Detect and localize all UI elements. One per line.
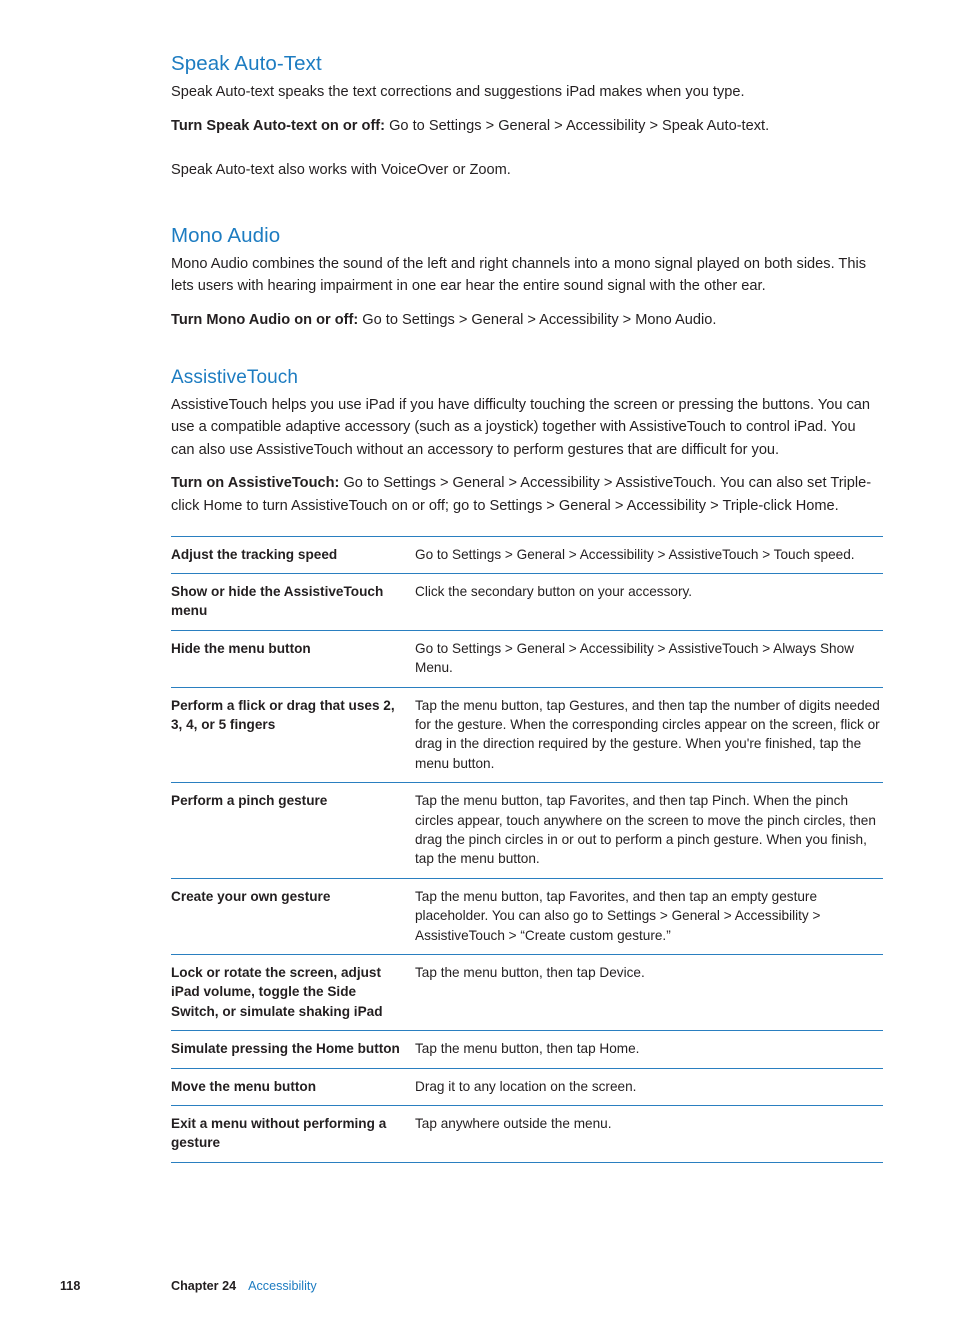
chapter-title-link[interactable]: Accessibility bbox=[248, 1279, 317, 1293]
table-cell-label: Exit a menu without performing a gesture bbox=[171, 1116, 387, 1151]
table-row: Move the menu button Drag it to any loca… bbox=[171, 1068, 883, 1105]
table-row: Perform a pinch gesture Tap the menu but… bbox=[171, 782, 883, 879]
paragraph-text: Speak Auto-text also works with VoiceOve… bbox=[171, 162, 511, 179]
table-cell-label: Simulate pressing the Home button bbox=[171, 1041, 400, 1057]
paragraph-text: Go to Settings > General > Accessibility… bbox=[385, 117, 770, 134]
paragraph-lead-in: Turn Mono Audio on or off: bbox=[171, 311, 359, 328]
table-row: Perform a flick or drag that uses 2, 3, … bbox=[171, 687, 883, 783]
table-cell-label: Perform a pinch gesture bbox=[171, 793, 328, 809]
paragraph-lead-in: Turn Speak Auto-text on or off: bbox=[171, 117, 386, 134]
paragraph-text: AssistiveTouch helps you use iPad if you… bbox=[171, 396, 871, 458]
table-row: Hide the menu button Go to Settings > Ge… bbox=[171, 630, 883, 687]
paragraph: Mono Audio combines the sound of the lef… bbox=[171, 253, 883, 298]
table-cell-description: Tap the menu button, tap Favorites, and … bbox=[415, 888, 821, 943]
table-cell-label: Adjust the tracking speed bbox=[171, 546, 338, 562]
assistivetouch-reference-table: Adjust the tracking speed Go to Settings… bbox=[171, 536, 883, 1163]
paragraph-text: Mono Audio combines the sound of the lef… bbox=[171, 255, 867, 295]
table-cell-description: Click the secondary button on your acces… bbox=[415, 583, 693, 599]
section-heading-mono-audio: Mono Audio bbox=[171, 223, 281, 247]
table-cell-description: Tap the menu button, then tap Device. bbox=[415, 965, 645, 981]
page-content: Speak Auto-Text Speak Auto-text speaks t… bbox=[171, 52, 883, 1163]
document-page: Speak Auto-Text Speak Auto-text speaks t… bbox=[0, 0, 954, 1336]
table-cell-label: Show or hide the AssistiveTouch menu bbox=[171, 583, 384, 619]
table-cell-label: Perform a flick or drag that uses 2, 3, … bbox=[171, 697, 395, 732]
paragraph: Speak Auto-text speaks the text correcti… bbox=[171, 81, 883, 104]
paragraph-text: Go to Settings > General > Accessibility… bbox=[358, 311, 717, 328]
page-title: Speak Auto-Text bbox=[171, 52, 322, 75]
table-row: Adjust the tracking speed Go to Settings… bbox=[171, 536, 883, 573]
table-cell-label: Create your own gesture bbox=[171, 888, 331, 904]
paragraph-with-lead-in: Turn on AssistiveTouch: Go to Settings >… bbox=[171, 472, 883, 517]
table-cell-description: Tap the menu button, tap Favorites, and … bbox=[415, 793, 876, 867]
table-cell-label: Hide the menu button bbox=[171, 640, 311, 656]
chapter-label: Chapter 24 Accessibility bbox=[171, 1279, 317, 1293]
table-cell-label: Lock or rotate the screen, adjust iPad v… bbox=[171, 965, 383, 1019]
section-heading-assistivetouch: AssistiveTouch bbox=[171, 366, 299, 388]
table-row: Lock or rotate the screen, adjust iPad v… bbox=[171, 954, 883, 1031]
table-row: Simulate pressing the Home button Tap th… bbox=[171, 1030, 883, 1068]
table-cell-description: Go to Settings > General > Accessibility… bbox=[415, 546, 855, 562]
chapter-number: Chapter 24 bbox=[171, 1279, 237, 1293]
page-number: 118 bbox=[60, 1279, 81, 1293]
table-row: Exit a menu without performing a gesture… bbox=[171, 1105, 883, 1163]
table-cell-description: Drag it to any location on the screen. bbox=[415, 1078, 637, 1094]
paragraph: AssistiveTouch helps you use iPad if you… bbox=[171, 394, 883, 462]
paragraph-with-lead-in: Turn Speak Auto-text on or off: Go to Se… bbox=[171, 115, 883, 138]
table-cell-description: Tap anywhere outside the menu. bbox=[415, 1116, 612, 1132]
paragraph-text: Speak Auto-text speaks the text correcti… bbox=[171, 84, 745, 100]
table-row: Create your own gesture Tap the menu but… bbox=[171, 878, 883, 954]
table-cell-description: Tap the menu button, then tap Home. bbox=[415, 1041, 640, 1057]
table-row: Show or hide the AssistiveTouch menu Cli… bbox=[171, 573, 883, 630]
paragraph: Speak Auto-text also works with VoiceOve… bbox=[171, 159, 883, 182]
table-cell-label: Move the menu button bbox=[171, 1078, 316, 1094]
paragraph-with-lead-in: Turn Mono Audio on or off: Go to Setting… bbox=[171, 309, 883, 332]
table-cell-description: Tap the menu button, tap Gestures, and t… bbox=[415, 697, 880, 771]
table-cell-description: Go to Settings > General > Accessibility… bbox=[415, 640, 854, 676]
paragraph-lead-in: Turn on AssistiveTouch: bbox=[171, 475, 340, 492]
